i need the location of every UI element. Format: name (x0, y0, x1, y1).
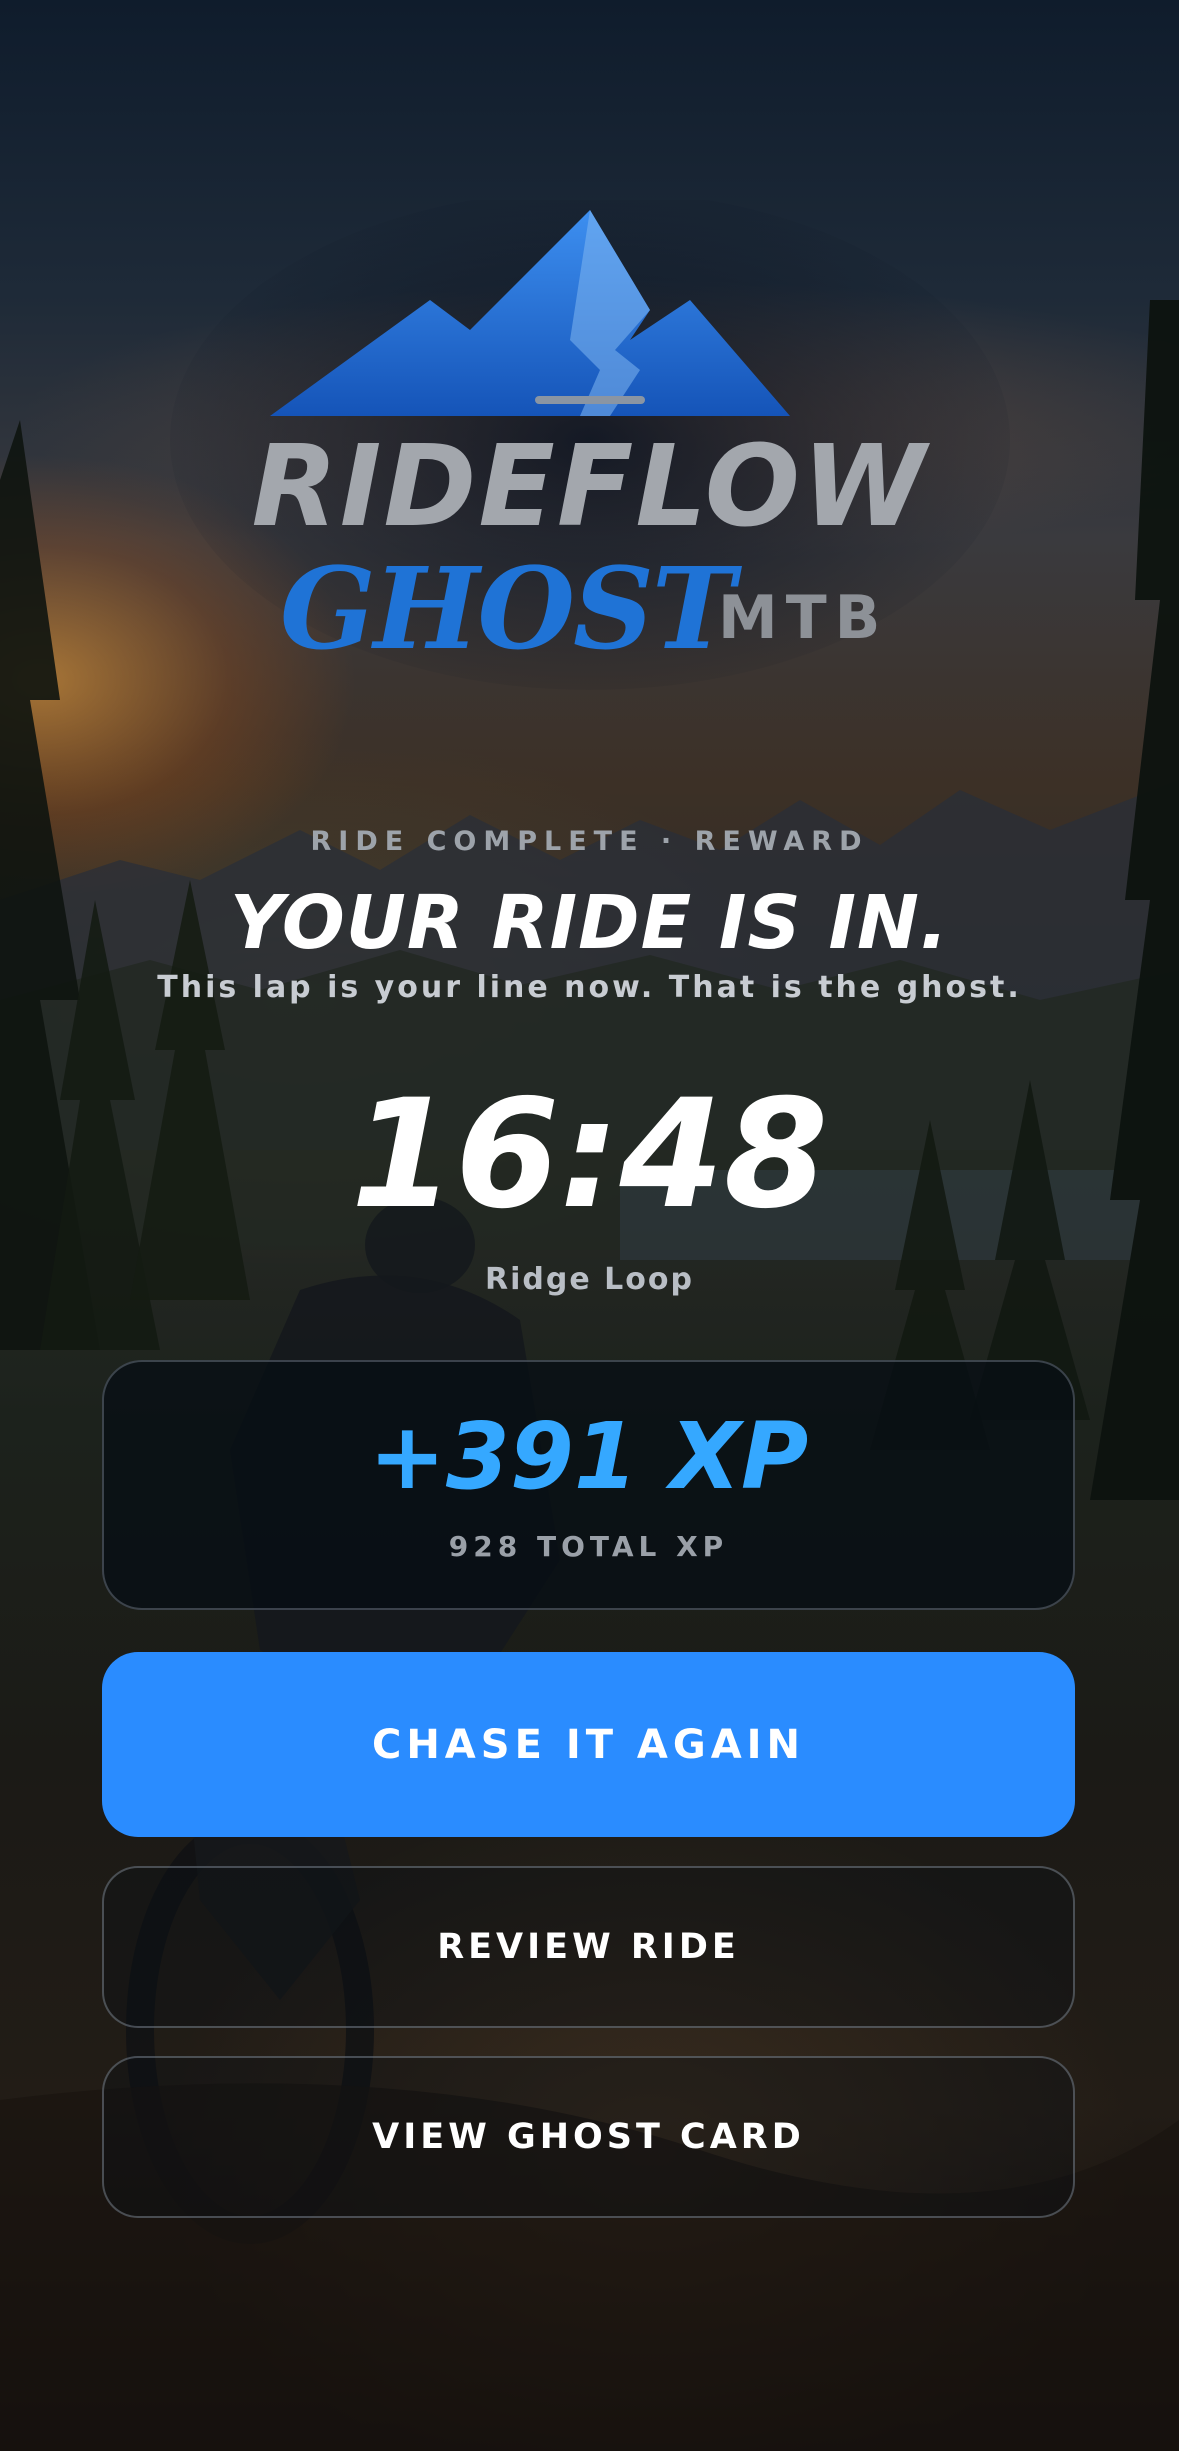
brand-name-secondary: GHOST (280, 544, 735, 675)
brand-name-primary: RIDEFLOW (251, 422, 928, 552)
chase-it-again-button[interactable]: CHASE IT AGAIN (102, 1652, 1075, 1837)
review-ride-label: REVIEW RIDE (437, 1927, 740, 1967)
brand-name-suffix: MTB (718, 583, 889, 653)
review-ride-button[interactable]: REVIEW RIDE (102, 1866, 1075, 2028)
view-ghost-card-button[interactable]: VIEW GHOST CARD (102, 2056, 1075, 2218)
ride-complete-eyebrow: RIDE COMPLETE · REWARD (310, 826, 869, 857)
route-name: Ridge Loop (485, 1262, 694, 1297)
xp-total: 928 TOTAL XP (448, 1530, 729, 1563)
ride-time: 16:48 (350, 1068, 829, 1242)
page-title: YOUR RIDE IS IN. (229, 880, 950, 966)
view-ghost-card-label: VIEW GHOST CARD (372, 2117, 805, 2157)
xp-reward-card: +391 XP 928 TOTAL XP (102, 1360, 1075, 1610)
chase-it-again-label: CHASE IT AGAIN (371, 1721, 806, 1768)
logo-subtitle: GHOST MTB (280, 545, 980, 685)
logo-wordmark: RIDEFLOW (0, 425, 1179, 550)
xp-gained: +391 XP (368, 1403, 809, 1510)
ghost-subtitle: This lap is your line now. That is the g… (157, 970, 1022, 1005)
